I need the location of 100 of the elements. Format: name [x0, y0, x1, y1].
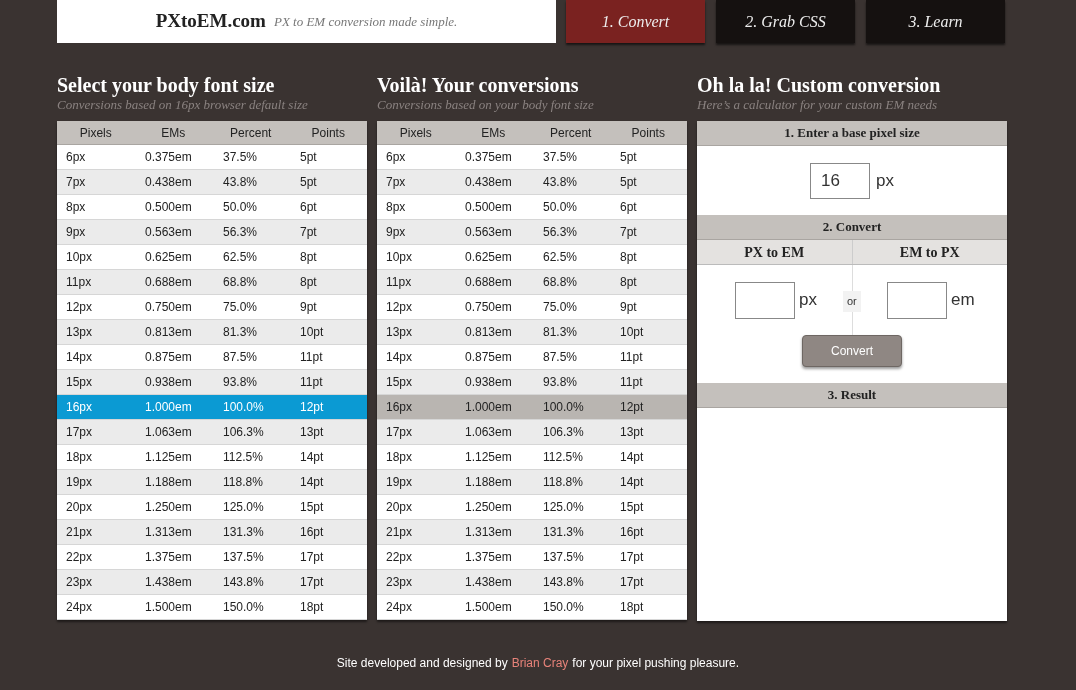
- table-row[interactable]: 17px 1.063em 106.3% 13pt: [377, 420, 687, 445]
- table-cell-text: 87.5%: [543, 349, 579, 366]
- table-row[interactable]: 14px 0.875em 87.5% 11pt: [377, 345, 687, 370]
- table-row[interactable]: 6px 0.375em 37.5% 5pt: [57, 145, 367, 170]
- table-row[interactable]: 15px 0.938em 93.8% 11pt: [57, 370, 367, 395]
- table-cell-text: 14px: [66, 349, 94, 366]
- column-header: EM to PX: [851, 240, 1007, 264]
- author-link[interactable]: Brian Cray: [511, 654, 569, 672]
- table-cell-text: 56.3%: [543, 224, 579, 241]
- table-cell-text: 18pt: [620, 599, 645, 616]
- table-row[interactable]: 11px 0.688em 68.8% 8pt: [57, 270, 367, 295]
- table-row[interactable]: 19px 1.188em 118.8% 14pt: [377, 470, 687, 495]
- unit-label: em: [951, 289, 975, 312]
- table-cell-text: 6px: [386, 149, 407, 166]
- nav-tab[interactable]: 3. Learn: [866, 0, 1005, 43]
- table-cell-text: 15pt: [620, 499, 645, 516]
- table-cell-text: 0.875em: [145, 349, 193, 366]
- table-cell-text: 68.8%: [543, 274, 579, 291]
- table-cell-text: 0.938em: [145, 374, 193, 391]
- table-row[interactable]: 8px 0.500em 50.0% 6pt: [57, 195, 367, 220]
- table-cell-text: 0.500em: [465, 199, 513, 216]
- table-cell-text: 14px: [386, 349, 414, 366]
- table-cell-text: 62.5%: [223, 249, 259, 266]
- em-input[interactable]: [887, 281, 947, 319]
- table-cell-text: 11pt: [300, 349, 324, 366]
- table-cell-text: 0.375em: [465, 149, 513, 166]
- base-size-input[interactable]: 16: [810, 162, 870, 199]
- table-cell-text: 5pt: [300, 149, 318, 166]
- table-row[interactable]: 13px 0.813em 81.3% 10pt: [377, 320, 687, 345]
- table-cell-text: 0.750em: [145, 299, 193, 316]
- table-row[interactable]: 6px 0.375em 37.5% 5pt: [377, 145, 687, 170]
- table-cell-text: 15px: [386, 374, 414, 391]
- table-cell-text: 87.5%: [223, 349, 259, 366]
- table-cell-text: 9px: [386, 224, 407, 241]
- convert-button[interactable]: Convert: [802, 335, 902, 367]
- table-cell-text: 11px: [386, 274, 413, 291]
- table-row[interactable]: 24px 1.500em 150.0% 18pt: [57, 595, 367, 620]
- table-row[interactable]: 16px 1.000em 100.0% 12pt: [377, 395, 687, 420]
- table-row[interactable]: 9px 0.563em 56.3% 7pt: [377, 220, 687, 245]
- table-cell-text: 143.8%: [543, 574, 585, 591]
- table-row[interactable]: 19px 1.188em 118.8% 14pt: [57, 470, 367, 495]
- table-row[interactable]: 12px 0.750em 75.0% 9pt: [57, 295, 367, 320]
- table-row[interactable]: 8px 0.500em 50.0% 6pt: [377, 195, 687, 220]
- column-header: EMs: [480, 124, 507, 142]
- table-row[interactable]: 23px 1.438em 143.8% 17pt: [377, 570, 687, 595]
- px-input[interactable]: [735, 281, 796, 319]
- table-cell-text: 10px: [386, 249, 414, 266]
- section-subtitle: Conversions based on your body font size: [377, 97, 595, 113]
- table-row[interactable]: 22px 1.375em 137.5% 17pt: [57, 545, 367, 570]
- table-row[interactable]: 15px 0.938em 93.8% 11pt: [377, 370, 687, 395]
- table-row[interactable]: 9px 0.563em 56.3% 7pt: [57, 220, 367, 245]
- table-cell-text: 1.313em: [145, 524, 193, 541]
- table-cell-text: 0.438em: [145, 174, 193, 191]
- table-cell-text: 0.375em: [145, 149, 193, 166]
- table-cell-text: 10px: [66, 249, 94, 266]
- nav-tab[interactable]: 2. Grab CSS: [716, 0, 855, 43]
- table-cell-text: 1.375em: [465, 549, 513, 566]
- table-row[interactable]: 24px 1.500em 150.0% 18pt: [377, 595, 687, 620]
- table-cell-text: 0.500em: [145, 199, 193, 216]
- table-cell-text: 81.3%: [543, 324, 579, 341]
- table-row[interactable]: 7px 0.438em 43.8% 5pt: [377, 170, 687, 195]
- table-row[interactable]: 18px 1.125em 112.5% 14pt: [57, 445, 367, 470]
- table-cell-text: 13pt: [620, 424, 645, 441]
- table-cell-text: 5pt: [300, 174, 318, 191]
- table-cell-text: 16pt: [300, 524, 325, 541]
- table-row[interactable]: 13px 0.813em 81.3% 10pt: [57, 320, 367, 345]
- table-row[interactable]: 10px 0.625em 62.5% 8pt: [377, 245, 687, 270]
- table-cell-text: 16px: [386, 399, 414, 416]
- table-cell-text: 0.813em: [465, 324, 513, 341]
- site-logo[interactable]: PXtoEM.com: [155, 7, 266, 36]
- table-cell-text: 11pt: [620, 349, 644, 366]
- table-row[interactable]: 18px 1.125em 112.5% 14pt: [377, 445, 687, 470]
- table-row[interactable]: 22px 1.375em 137.5% 17pt: [377, 545, 687, 570]
- nav-tab[interactable]: 1. Convert: [566, 0, 705, 43]
- table-cell-text: 5pt: [620, 174, 638, 191]
- table-cell-text: 0.875em: [465, 349, 513, 366]
- table-cell-text: 18px: [386, 449, 414, 466]
- table-row[interactable]: 10px 0.625em 62.5% 8pt: [57, 245, 367, 270]
- table-cell-text: 150.0%: [223, 599, 265, 616]
- table-row[interactable]: 17px 1.063em 106.3% 13pt: [57, 420, 367, 445]
- table-row[interactable]: 23px 1.438em 143.8% 17pt: [57, 570, 367, 595]
- table-row[interactable]: 11px 0.688em 68.8% 8pt: [377, 270, 687, 295]
- column-header: Points: [310, 124, 346, 142]
- table-row[interactable]: 21px 1.313em 131.3% 16pt: [377, 520, 687, 545]
- table-row[interactable]: 12px 0.750em 75.0% 9pt: [377, 295, 687, 320]
- table-row[interactable]: 14px 0.875em 87.5% 11pt: [57, 345, 367, 370]
- table-cell-text: 1.250em: [465, 499, 513, 516]
- table-row[interactable]: 20px 1.250em 125.0% 15pt: [377, 495, 687, 520]
- table-row[interactable]: 20px 1.250em 125.0% 15pt: [57, 495, 367, 520]
- table-cell-text: 12pt: [620, 399, 645, 416]
- section-header: 2. Convert: [697, 215, 1007, 240]
- table-cell-text: 9pt: [620, 299, 638, 316]
- table-cell-text: 8pt: [300, 274, 318, 291]
- table-row[interactable]: 7px 0.438em 43.8% 5pt: [57, 170, 367, 195]
- table-cell-text: 81.3%: [223, 324, 259, 341]
- table-row[interactable]: 21px 1.313em 131.3% 16pt: [57, 520, 367, 545]
- table-cell-text: 12pt: [300, 399, 325, 416]
- table-cell-text: 37.5%: [543, 149, 579, 166]
- table-cell-text: 8px: [66, 199, 87, 216]
- table-cell-text: 37.5%: [223, 149, 259, 166]
